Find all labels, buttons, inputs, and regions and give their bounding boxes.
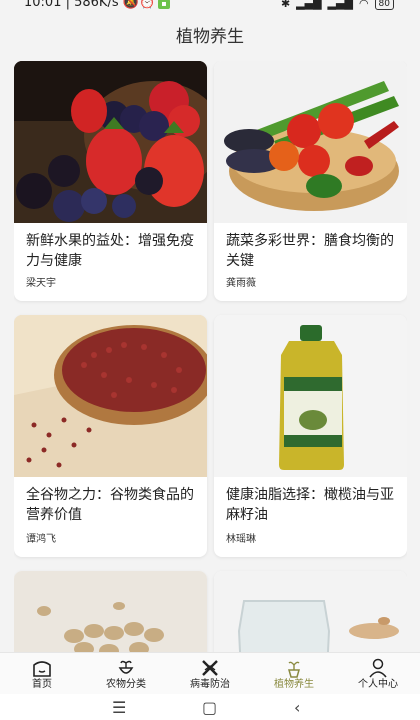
article-author: 梁天宇 [26, 278, 56, 289]
pistachios-image [14, 571, 207, 652]
olive-oil-image [214, 315, 407, 477]
mute-icon: 🔕 [122, 0, 139, 10]
nav-item-virus-prevention[interactable]: 病毒防治 [168, 653, 252, 695]
bluetooth-icon: ✱ [280, 0, 291, 10]
nav-item-plant-wellness[interactable]: 植物养生 [252, 653, 336, 695]
system-nav-bar: ☰ ▢ ‹ [0, 694, 420, 720]
alarm-icon: ⏰ [138, 0, 156, 10]
signal-icon: ▂▄▆ [296, 0, 322, 10]
vegetables-image [214, 61, 407, 223]
nav-label: 植物养生 [274, 679, 314, 690]
article-card[interactable] [14, 571, 207, 652]
nav-label: 首页 [32, 679, 52, 690]
home-square-icon[interactable]: ▢ [202, 698, 217, 717]
bottom-nav: 首页 农物分类 病毒防治 植物养生 个人中心 [0, 652, 420, 695]
article-card[interactable]: 新鲜水果的益处：增强免疫力与健康 梁天宇 [14, 61, 207, 301]
article-title[interactable]: 新鲜水果的益处：增强免疫力与健康 [14, 231, 207, 271]
article-title[interactable]: 蔬菜多彩世界：膳食均衡的关键 [214, 231, 407, 271]
article-author: 林瑶琳 [226, 534, 256, 545]
article-author: 谭鸿飞 [26, 534, 56, 545]
time-network-speed: 10:01 | 586K/s [24, 0, 119, 10]
nav-item-profile[interactable]: 个人中心 [336, 653, 420, 695]
article-card[interactable] [214, 571, 407, 652]
article-card[interactable]: 全谷物之力：谷物类食品的营养价值 谭鸿飞 [14, 315, 207, 557]
article-author: 龚雨薇 [226, 278, 256, 289]
app-notification-icon: ▪ [158, 0, 171, 9]
signal-icon-2: ▂▄▆ [327, 0, 353, 10]
fruits-image [14, 61, 207, 223]
article-title[interactable]: 全谷物之力：谷物类食品的营养价值 [14, 485, 207, 525]
menu-icon[interactable]: ☰ [112, 698, 126, 717]
article-card[interactable]: 健康油脂选择：橄榄油与亚麻籽油 林瑶琳 [214, 315, 407, 557]
article-feed[interactable]: 新鲜水果的益处：增强免疫力与健康 梁天宇 蔬菜多彩世界：膳食均衡的关键 龚雨薇 … [14, 61, 407, 652]
red-beans-image [14, 315, 207, 477]
page-title: 植物养生 [176, 27, 244, 47]
status-time: 10:01 | 586K/s 🔕⏰ ▪ [24, 0, 171, 10]
nav-item-home[interactable]: 首页 [0, 653, 84, 695]
wifi-icon: ◠ [358, 0, 369, 10]
glass-jar-image [214, 571, 407, 652]
back-icon[interactable]: ‹ [294, 698, 300, 717]
status-icons: ✱ ▂▄▆ ▂▄▆ ◠ 80 [281, 0, 394, 10]
nav-label: 病毒防治 [190, 679, 230, 690]
status-bar: 10:01 | 586K/s 🔕⏰ ▪ ✱ ▂▄▆ ▂▄▆ ◠ 80 [0, 0, 420, 14]
nav-item-plant-category[interactable]: 农物分类 [84, 653, 168, 695]
battery-icon: 80 [374, 0, 394, 10]
article-title[interactable]: 健康油脂选择：橄榄油与亚麻籽油 [214, 485, 407, 525]
nav-label: 个人中心 [358, 679, 398, 690]
article-card[interactable]: 蔬菜多彩世界：膳食均衡的关键 龚雨薇 [214, 61, 407, 301]
nav-label: 农物分类 [106, 679, 146, 690]
